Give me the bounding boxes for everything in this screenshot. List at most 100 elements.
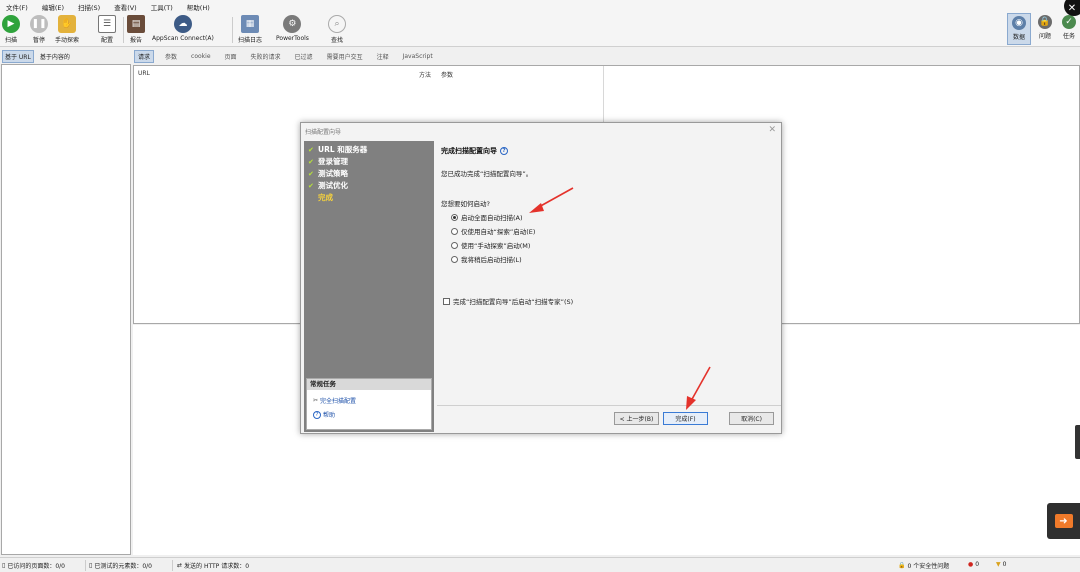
security-issues-status: 🔒 0 个安全性问题 (898, 562, 950, 570)
option-full-auto-scan[interactable]: 启动全面自动扫描(A) (451, 212, 523, 222)
data-view-button[interactable]: ◉ 数据 (1007, 13, 1031, 45)
radio-selected[interactable] (451, 213, 458, 221)
tested-elements-status: ▯ 已测试的元素数：0/0 (89, 562, 152, 570)
step-label: 测试优化 (318, 181, 348, 190)
high-severity-count: ● 0 (968, 561, 980, 568)
toolbar-divider (232, 17, 233, 43)
tasks-view-label: 任务 (1062, 33, 1075, 40)
step-login-management[interactable]: ✔ 登录管理 (308, 156, 348, 167)
floating-share-button[interactable]: ➜ (1047, 503, 1080, 539)
radio[interactable] (451, 227, 458, 235)
back-button[interactable]: < 上一步(B) (614, 412, 659, 425)
hand-icon: ✋ (58, 15, 76, 33)
scan-log-label: 扫描日志 (238, 37, 263, 44)
config-icon: ☰ (98, 15, 116, 33)
find-label: 查找 (330, 37, 343, 44)
gear-icon: ⚙ (283, 15, 302, 33)
close-icon[interactable]: ✕ (768, 125, 776, 135)
log-icon: ▦ (241, 15, 259, 33)
manual-explore-label: 手动探索 (55, 37, 80, 44)
tab-pages[interactable]: 页面 (222, 51, 240, 62)
full-scan-config-label: 完全扫描配置 (320, 398, 357, 405)
powertools-button[interactable]: ⚙ PowerTools (276, 15, 309, 42)
tab-user-interaction[interactable]: 需要用户交互 (324, 51, 366, 62)
checkbox[interactable] (443, 297, 450, 305)
tab-failed-requests[interactable]: 失败的请求 (248, 51, 284, 62)
step-label: 完成 (318, 193, 333, 202)
pause-icon: ❚❚ (30, 15, 48, 33)
appscan-connect-button[interactable]: ☁ AppScan Connect(A) (152, 15, 214, 42)
help-icon[interactable]: ? (500, 147, 508, 155)
column-params[interactable]: 参数 (441, 70, 453, 79)
content-title: 完成扫描配置向导 ? (441, 146, 508, 156)
menu-bar: 文件(F) 编辑(E) 扫描(S) 查看(V) 工具(T) 帮助(H) (0, 0, 1080, 13)
menu-file[interactable]: 文件(F) (6, 2, 28, 12)
issues-view-label: 问题 (1038, 33, 1051, 40)
tab-comments[interactable]: 注释 (374, 51, 392, 62)
option-start-later[interactable]: 我将稍后启动扫描(L) (451, 254, 522, 264)
step-complete[interactable]: 完成 (308, 192, 333, 203)
tab-url-based[interactable]: 基于 URL (2, 50, 34, 63)
url-tree-panel[interactable] (1, 64, 131, 555)
full-scan-config-link[interactable]: ✂ 完全扫描配置 (313, 396, 356, 405)
step-test-optimization[interactable]: ✔ 测试优化 (308, 180, 348, 191)
http-requests-status: ⇄ 发送的 HTTP 请求数：0 (177, 562, 250, 570)
main-tab-bar: 请求 参数 cookie 页面 失败的请求 已过滤 需要用户交互 注释 Java… (133, 50, 436, 63)
find-button[interactable]: ⌕ 查找 (328, 15, 346, 44)
menu-help[interactable]: 帮助(H) (187, 2, 210, 12)
page-icon: ▯ (2, 562, 6, 569)
checkmark-icon: ✔ (308, 157, 314, 166)
start-question: 您想要如何启动? (441, 200, 490, 208)
tab-javascript[interactable]: JavaScript (400, 52, 436, 61)
menu-edit[interactable]: 编辑(E) (42, 2, 64, 12)
tab-requests[interactable]: 请求 (134, 50, 155, 63)
scan-log-button[interactable]: ▦ 扫描日志 (238, 15, 262, 44)
step-label: 测试策略 (318, 169, 348, 178)
option-manual-explore[interactable]: 使用“手动探索”启动(M) (451, 240, 530, 250)
radio[interactable] (451, 255, 458, 263)
tab-content-based[interactable]: 基于内容的 (38, 51, 72, 62)
tab-filtered[interactable]: 已过滤 (292, 51, 316, 62)
report-icon: ▤ (127, 15, 145, 33)
medium-severity-count: ▼ 0 (996, 561, 1007, 568)
cancel-button[interactable]: 取消(C) (729, 412, 774, 425)
radio[interactable] (451, 241, 458, 249)
lock-icon: 🔒 (898, 562, 906, 569)
scan-label: 扫描 (4, 37, 17, 44)
tab-parameters[interactable]: 参数 (162, 51, 180, 62)
checkmark-icon: ✔ (308, 181, 314, 190)
play-icon: ▶ (2, 15, 20, 33)
menu-scan[interactable]: 扫描(S) (78, 2, 100, 12)
footer-divider (437, 405, 781, 406)
manual-explore-button[interactable]: ✋ 手动探索 (55, 15, 79, 44)
help-link[interactable]: ? 帮助 (313, 410, 335, 419)
medium-severity-icon: ▼ (996, 561, 1001, 568)
side-panel-handle[interactable] (1075, 425, 1080, 459)
menu-tools[interactable]: 工具(T) (151, 2, 173, 12)
wizard-content: 完成扫描配置向导 ? 您已成功完成“扫描配置向导”。 您想要如何启动? 启动全面… (437, 141, 781, 407)
common-tasks-box: 常规任务 ✂ 完全扫描配置 ? 帮助 (306, 378, 432, 430)
pause-label: 暂停 (32, 37, 45, 44)
search-icon: ⌕ (328, 15, 346, 33)
appscan-connect-label: AppScan Connect(A) (152, 35, 214, 42)
step-url-servers[interactable]: ✔ URL 和服务器 (308, 144, 367, 155)
column-url[interactable]: URL (138, 70, 150, 77)
intro-text: 您已成功完成“扫描配置向导”。 (441, 170, 533, 178)
pause-button[interactable]: ❚❚ 暂停 (30, 15, 48, 44)
column-method[interactable]: 方法 (419, 70, 431, 79)
issues-view-button[interactable]: 🔒 问题 (1033, 13, 1057, 45)
report-button[interactable]: ▤ 报告 (127, 15, 145, 44)
menu-view[interactable]: 查看(V) (114, 2, 137, 12)
scan-button[interactable]: ▶ 扫描 (2, 15, 20, 44)
tab-cookie[interactable]: cookie (188, 52, 213, 61)
finish-button[interactable]: 完成(F) (663, 412, 708, 425)
common-tasks-title: 常规任务 (307, 379, 431, 390)
config-button[interactable]: ☰ 配置 (98, 15, 116, 44)
step-test-policy[interactable]: ✔ 测试策略 (308, 168, 348, 179)
option-auto-explore-only[interactable]: 仅使用自动“探索”启动(E) (451, 226, 535, 236)
start-scan-expert-option[interactable]: 完成“扫描配置向导”后启动“扫描专家”(S) (443, 296, 573, 306)
visited-pages-status: ▯ 已访问的页面数：0/0 (2, 562, 65, 570)
tasks-view-button[interactable]: ✓ 任务 (1057, 13, 1080, 45)
cloud-icon: ☁ (173, 15, 192, 33)
red-arrow-annotation (529, 187, 574, 213)
